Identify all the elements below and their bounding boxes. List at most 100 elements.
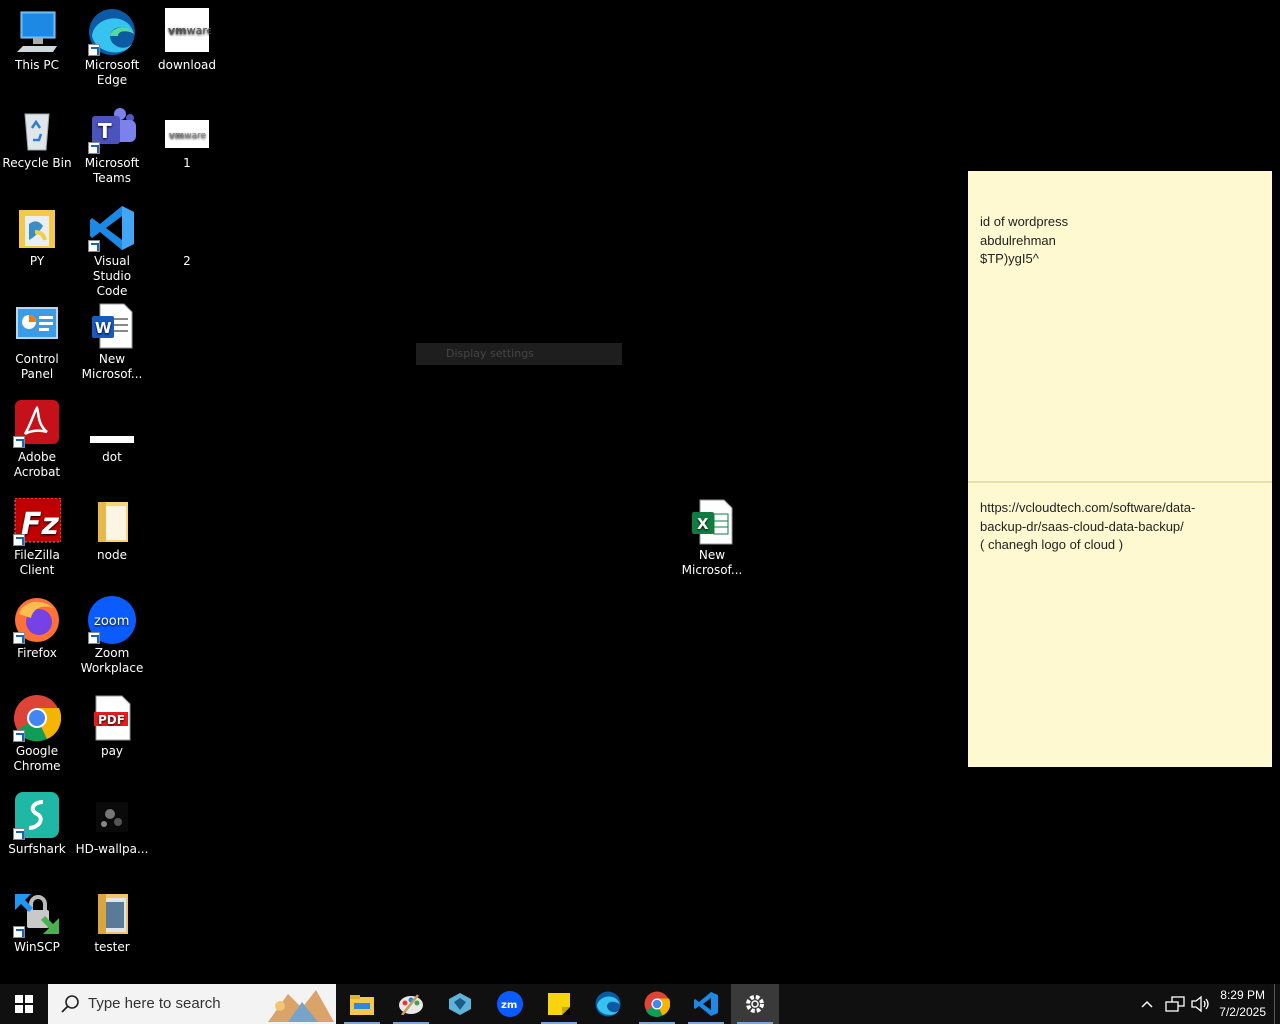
note-line: https://vcloudtech.com/software/data- <box>980 500 1196 515</box>
note-line: backup-dr/saas-cloud-data-backup/ <box>980 518 1184 534</box>
desktop-icon-label: FileZilla Client <box>14 548 60 577</box>
desktop-icon-dot[interactable]: dot <box>75 400 149 465</box>
shortcut-arrow-icon <box>13 436 25 448</box>
desktop-icon-label: HD-wallpa... <box>75 842 149 856</box>
desktop-icon-label: Firefox <box>17 646 57 660</box>
taskbar-edge[interactable] <box>584 984 632 1024</box>
settings-icon <box>746 995 764 1013</box>
desktop-icon-this-pc[interactable]: This PC <box>0 8 74 73</box>
file-explorer-icon <box>350 995 374 1015</box>
paint-icon <box>399 994 423 1015</box>
desktop-icon-download[interactable]: vmware download <box>150 8 224 73</box>
volume-tray-button[interactable] <box>1190 994 1210 1018</box>
desktop-icon-py[interactable]: PY <box>0 204 74 269</box>
desktop-icon-1[interactable]: vmware 1 <box>150 106 224 171</box>
desktop-icon-label: Surfshark <box>8 842 66 856</box>
edge-icon <box>88 8 136 56</box>
desktop-icon-adobe-acrobat[interactable]: Adobe Acrobat <box>0 400 74 480</box>
wallpaper-image-icon <box>88 792 136 840</box>
svg-text:W: W <box>95 319 112 337</box>
sticky-note-wordpress[interactable]: id of wordpress abdulrehman $TP)ygI5^ <box>968 171 1272 481</box>
taskbar-sticky-notes[interactable] <box>535 984 583 1024</box>
chrome-icon <box>13 694 62 742</box>
taskbar-paint[interactable] <box>387 984 435 1024</box>
desktop-icon-label: New Microsof... <box>81 352 143 381</box>
desktop-icon-label: WinSCP <box>14 940 60 954</box>
show-hidden-icons-button[interactable] <box>1140 994 1154 1018</box>
chevron-up-icon <box>1141 1000 1153 1008</box>
sticky-notes-icon <box>548 993 570 1015</box>
desktop-icon-pay[interactable]: PDF pay <box>75 694 149 759</box>
desktop-icon-label: Microsoft Teams <box>84 156 140 185</box>
network-icon <box>1165 996 1185 1012</box>
taskbar-vscode[interactable] <box>682 984 730 1024</box>
desktop-icon-label: Visual Studio Code <box>92 254 132 298</box>
search-placeholder: Type here to search <box>88 995 221 1012</box>
desktop-icon-surfshark[interactable]: Surfshark <box>0 792 74 857</box>
desktop-icon-firefox[interactable]: Firefox <box>0 596 74 661</box>
desktop-icon-microsoft-teams[interactable]: T Microsoft Teams <box>75 106 149 186</box>
folder-icon <box>88 498 136 546</box>
start-button[interactable] <box>0 984 48 1024</box>
desktop-icon-node[interactable]: node <box>75 498 149 563</box>
windows-logo-icon <box>15 995 33 1013</box>
control-panel-icon <box>13 302 61 350</box>
taskbar-chrome[interactable] <box>633 984 681 1024</box>
note-line: id of wordpress <box>980 214 1069 229</box>
desktop-icon-control-panel[interactable]: Control Panel <box>0 302 74 382</box>
taskbar-clock[interactable]: 8:29 PM 7/2/2025 <box>1219 987 1266 1021</box>
desktop-icon-filezilla[interactable]: Fz FileZilla Client <box>0 497 74 578</box>
desktop-icon-recycle-bin[interactable]: Recycle Bin <box>0 106 74 171</box>
volume-icon <box>1191 995 1209 1013</box>
svg-text:Fz: Fz <box>21 507 59 542</box>
desktop-icon-visual-studio-code[interactable]: Visual Studio Code <box>75 204 149 299</box>
sticky-note-vcloudtech[interactable]: https://vcloudtech.com/software/data- ba… <box>968 483 1272 767</box>
vscode-icon <box>694 992 718 1016</box>
desktop-icon-label: 2 <box>183 254 191 268</box>
filezilla-icon: Fz <box>13 497 62 546</box>
shortcut-arrow-icon <box>88 632 100 644</box>
taskbar-settings[interactable] <box>731 984 779 1024</box>
desktop-icon-winscp[interactable]: WinSCP <box>0 890 74 955</box>
taskbar-app-diamond[interactable] <box>436 984 484 1024</box>
desktop-icon-2[interactable]: 2 <box>150 204 224 269</box>
vmware-image-icon: vmware <box>163 8 214 56</box>
desktop-icon-label: Recycle Bin <box>2 156 72 170</box>
svg-text:zoom: zoom <box>94 614 129 629</box>
recycle-bin-icon <box>13 106 61 154</box>
desktop-icon-label: Zoom Workplace <box>80 646 144 675</box>
note-line: $TP)ygI5^ <box>980 251 1039 266</box>
svg-text:zm: zm <box>501 1000 517 1011</box>
svg-text:vmware: vmware <box>168 24 211 37</box>
desktop-icon-zoom-workplace[interactable]: zoom Zoom Workplace <box>75 596 149 676</box>
note-line: ( chanegh logo of cloud ) <box>980 537 1124 552</box>
shortcut-arrow-icon <box>13 926 25 938</box>
display-settings-tooltip: Display settings <box>416 343 622 365</box>
zoom-icon: zm <box>497 991 523 1017</box>
clock-time: 8:29 PM <box>1220 988 1265 1002</box>
vmware-image-icon: vmware <box>163 106 211 154</box>
desktop-icon-word-document[interactable]: W New Microsof... <box>75 302 149 382</box>
edge-icon <box>595 991 621 1017</box>
desktop-icon-label: Google Chrome <box>13 744 61 773</box>
search-highlight-illustration-icon <box>268 990 334 1022</box>
desktop-icon-excel-workbook[interactable]: X New Microsof... <box>675 498 749 578</box>
svg-text:X: X <box>697 515 709 533</box>
zoom-icon: zoom <box>88 596 136 644</box>
show-desktop-button[interactable] <box>1274 984 1280 1024</box>
network-tray-button[interactable] <box>1164 994 1186 1018</box>
taskbar-file-explorer[interactable] <box>338 984 386 1024</box>
desktop-icon-label: node <box>97 548 127 562</box>
desktop-icon-tester[interactable]: tester <box>75 890 149 955</box>
desktop-icon-label: download <box>157 58 217 72</box>
taskbar-zoom[interactable]: zm <box>486 984 534 1024</box>
search-icon <box>61 995 79 1013</box>
app-diamond-icon <box>449 993 471 1015</box>
desktop-icon-google-chrome[interactable]: Google Chrome <box>0 694 74 774</box>
taskbar-search-box[interactable]: Type here to search <box>48 984 336 1024</box>
desktop-icon-label: PY <box>29 254 45 268</box>
folder-icon <box>13 204 61 252</box>
desktop-icon-microsoft-edge[interactable]: Microsoft Edge <box>75 8 149 88</box>
blank-image-icon <box>163 204 211 252</box>
desktop-icon-hd-wallpaper[interactable]: HD-wallpa... <box>75 792 149 857</box>
